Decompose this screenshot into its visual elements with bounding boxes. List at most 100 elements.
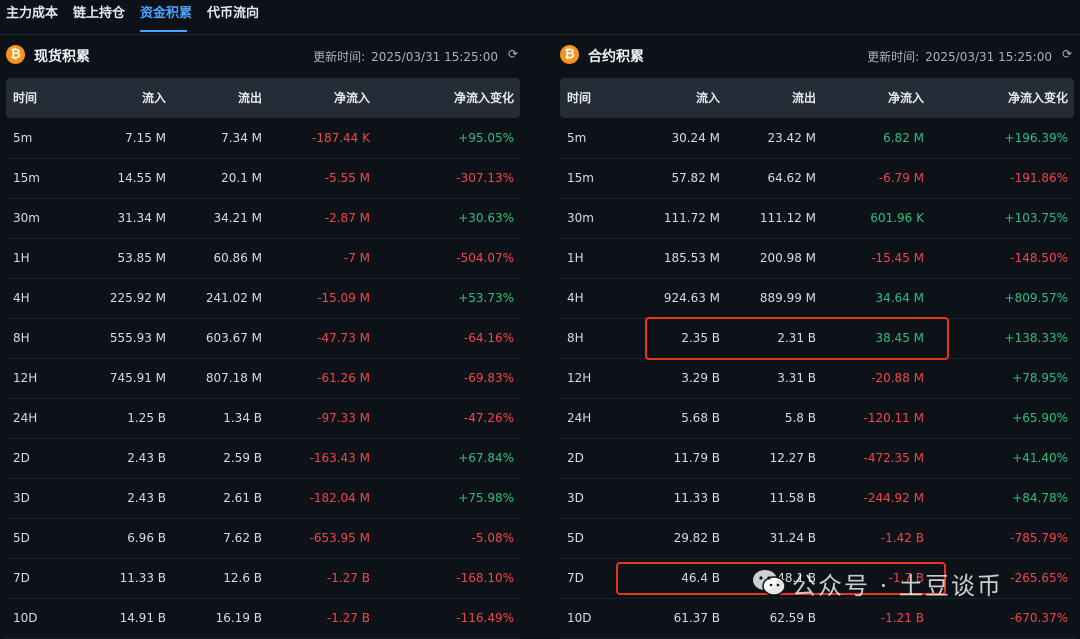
row-period: 8H [567, 331, 584, 345]
refresh-icon[interactable]: ⟳ [1060, 47, 1074, 61]
row-netflow: -1.21 B [880, 611, 924, 625]
futures-table-header: 时间 流入 流出 净流入 净流入变化 [560, 78, 1074, 118]
row-inflow: 11.33 B [673, 491, 720, 505]
tab-token-flow[interactable]: 代币流向 [207, 2, 259, 21]
row-inflow: 14.55 M [117, 171, 166, 185]
futures-panel-header: ₿ 合约积累 更新时间: 2025/03/31 15:25:00 ⟳ [560, 44, 1074, 66]
row-netflow-change: +103.75% [1004, 211, 1068, 225]
row-netflow-change: -265.65% [1010, 571, 1068, 585]
row-outflow: 200.98 M [759, 251, 816, 265]
row-inflow: 5.68 B [681, 411, 720, 425]
row-netflow: -120.11 M [863, 411, 925, 425]
refresh-icon[interactable]: ⟳ [506, 47, 520, 61]
highlight-box-8h [645, 317, 949, 360]
row-inflow: 555.93 M [109, 331, 166, 345]
futures-update-time: 更新时间: 2025/03/31 15:25:00 [867, 48, 1052, 65]
row-netflow-change: -148.50% [1010, 251, 1068, 265]
table-row: 5D 6.96 B 7.62 B -653.95 M -5.08% [6, 518, 520, 559]
table-row: 1H 185.53 M 200.98 M -15.45 M -148.50% [560, 238, 1074, 279]
row-outflow: 16.19 B [215, 611, 262, 625]
row-period: 30m [567, 211, 594, 225]
row-period: 10D [567, 611, 592, 625]
row-netflow-change: +84.78% [1012, 491, 1068, 505]
row-inflow: 30.24 M [671, 131, 720, 145]
row-netflow-change: -47.26% [463, 411, 514, 425]
row-outflow: 2.59 B [223, 451, 262, 465]
row-period: 12H [567, 371, 592, 385]
column-header-netflow-change: 净流入变化 [453, 91, 514, 105]
bitcoin-icon: ₿ [560, 45, 579, 64]
row-netflow: -5.55 M [324, 171, 370, 185]
table-row: 5m 30.24 M 23.42 M 6.82 M +196.39% [560, 118, 1074, 159]
table-row: 5D 29.82 B 31.24 B -1.42 B -785.79% [560, 518, 1074, 559]
row-outflow: 23.42 M [767, 131, 816, 145]
futures-panel-title: 合约积累 [588, 49, 644, 65]
row-netflow: 601.96 K [870, 211, 924, 225]
table-row: 2D 11.79 B 12.27 B -472.35 M +41.40% [560, 438, 1074, 479]
row-period: 8H [13, 331, 30, 345]
row-netflow-change: -307.13% [456, 171, 514, 185]
row-netflow-change: -191.86% [1010, 171, 1068, 185]
row-netflow-change: -64.16% [463, 331, 514, 345]
row-period: 10D [13, 611, 38, 625]
row-period: 3D [13, 491, 30, 505]
table-row: 4H 225.92 M 241.02 M -15.09 M +53.73% [6, 278, 520, 319]
row-netflow-change: -116.49% [456, 611, 514, 625]
row-netflow-change: +75.98% [458, 491, 514, 505]
table-row: 12H 745.91 M 807.18 M -61.26 M -69.83% [6, 358, 520, 399]
top-tab-bar: 主力成本 链上持仓 资金积累 代币流向 [0, 0, 1080, 35]
row-netflow: -15.09 M [317, 291, 370, 305]
row-period: 24H [567, 411, 592, 425]
row-outflow: 2.61 B [223, 491, 262, 505]
row-netflow-change: -670.37% [1010, 611, 1068, 625]
row-netflow-change: -5.08% [471, 531, 514, 545]
table-row: 3D 2.43 B 2.61 B -182.04 M +75.98% [6, 478, 520, 519]
row-netflow: -1.27 B [326, 571, 370, 585]
row-netflow: 34.64 M [875, 291, 924, 305]
row-inflow: 745.91 M [109, 371, 166, 385]
row-netflow: -1.42 B [880, 531, 924, 545]
table-row: 24H 1.25 B 1.34 B -97.33 M -47.26% [6, 398, 520, 439]
row-inflow: 3.29 B [681, 371, 720, 385]
row-netflow: -20.88 M [871, 371, 924, 385]
row-outflow: 20.1 M [221, 171, 262, 185]
table-row: 8H 555.93 M 603.67 M -47.73 M -64.16% [6, 318, 520, 359]
row-period: 1H [567, 251, 584, 265]
row-period: 15m [567, 171, 594, 185]
row-netflow-change: +67.84% [458, 451, 514, 465]
table-row: 15m 57.82 M 64.62 M -6.79 M -191.86% [560, 158, 1074, 199]
row-netflow-change: -785.79% [1010, 531, 1068, 545]
row-outflow: 3.31 B [777, 371, 816, 385]
row-inflow: 1.25 B [127, 411, 166, 425]
row-outflow: 11.58 B [769, 491, 816, 505]
row-inflow: 31.34 M [117, 211, 166, 225]
row-netflow: 6.82 M [883, 131, 924, 145]
spot-panel-header: ₿ 现货积累 更新时间: 2025/03/31 15:25:00 ⟳ [6, 44, 520, 66]
spot-accumulation-panel: ₿ 现货积累 更新时间: 2025/03/31 15:25:00 ⟳ 时间 流入 … [6, 34, 520, 639]
row-outflow: 889.99 M [759, 291, 816, 305]
row-netflow: -2.87 M [324, 211, 370, 225]
row-netflow-change: +138.33% [1004, 331, 1068, 345]
row-netflow: -653.95 M [309, 531, 371, 545]
row-netflow-change: +30.63% [458, 211, 514, 225]
update-label: 更新时间: [867, 50, 920, 64]
row-period: 2D [13, 451, 30, 465]
row-inflow: 6.96 B [127, 531, 166, 545]
row-inflow: 53.85 M [117, 251, 166, 265]
table-row: 10D 61.37 B 62.59 B -1.21 B -670.37% [560, 598, 1074, 639]
row-netflow-change: +65.90% [1012, 411, 1068, 425]
row-outflow: 60.86 M [213, 251, 262, 265]
tab-fund-accumulation[interactable]: 资金积累 [140, 2, 192, 21]
tab-main-cost[interactable]: 主力成本 [6, 2, 58, 21]
spot-panel-title: 现货积累 [34, 49, 90, 65]
row-netflow: -97.33 M [317, 411, 370, 425]
table-row: 30m 111.72 M 111.12 M 601.96 K +103.75% [560, 198, 1074, 239]
tab-onchain-holdings[interactable]: 链上持仓 [73, 2, 125, 21]
row-outflow: 62.59 B [769, 611, 816, 625]
column-header-time: 时间 [13, 91, 38, 105]
row-period: 5m [567, 131, 587, 145]
row-period: 5m [13, 131, 33, 145]
row-netflow-change: -168.10% [456, 571, 514, 585]
row-netflow-change: -69.83% [463, 371, 514, 385]
update-timestamp: 2025/03/31 15:25:00 [371, 50, 498, 64]
